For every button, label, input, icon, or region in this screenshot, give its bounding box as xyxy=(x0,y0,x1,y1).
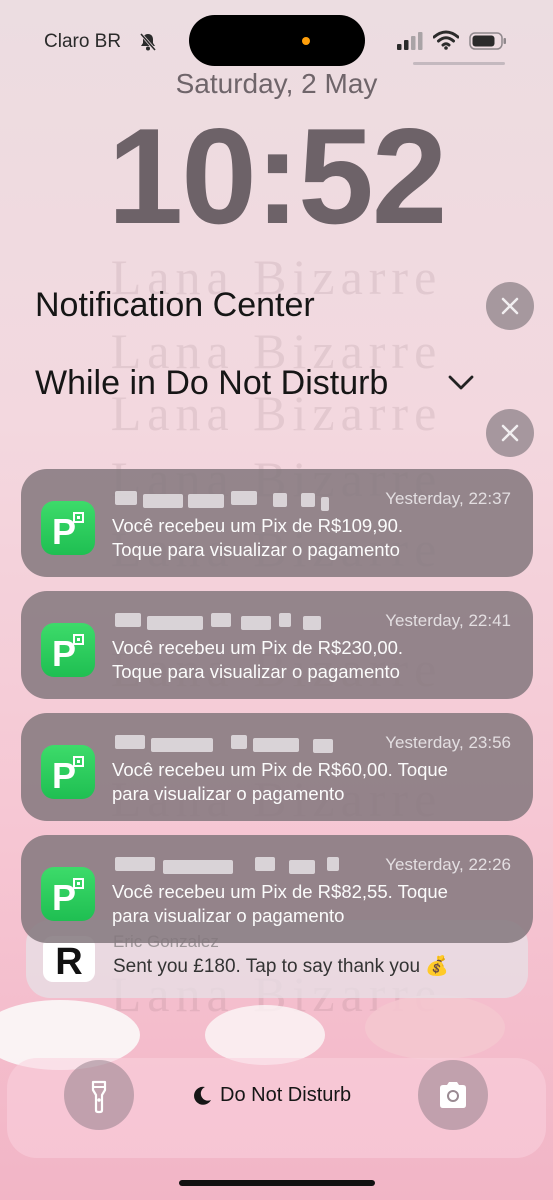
lock-screen-date: Saturday, 2 May xyxy=(175,68,378,99)
close-icon xyxy=(501,297,519,315)
svg-text:P: P xyxy=(52,511,76,552)
notification-time: Yesterday, 22:26 xyxy=(385,855,511,874)
notification-message: Você recebeu um Pix de R$230,00. Toque p… xyxy=(112,637,404,682)
chevron-down-icon[interactable] xyxy=(447,374,475,397)
notification-message: Sent you £180. Tap to say thank you 💰 xyxy=(113,956,449,977)
pix-notification[interactable]: P Yesterday, 23:56 Você recebeu um Pix d… xyxy=(21,713,533,821)
home-indicator[interactable] xyxy=(179,1180,375,1186)
redacted-sender xyxy=(113,735,363,753)
lock-screen-time: 10:52 xyxy=(107,100,448,252)
clear-notifications-button[interactable] xyxy=(486,282,534,330)
flashlight-button[interactable] xyxy=(64,1060,134,1130)
camera-icon xyxy=(440,1082,466,1108)
wifi-icon xyxy=(432,30,460,55)
carrier-name: Claro BR xyxy=(44,31,122,52)
svg-text:R: R xyxy=(55,941,82,982)
moon-icon xyxy=(191,1085,213,1112)
cellular-signal-icon xyxy=(397,32,423,55)
pix-notification[interactable]: P Yesterday, 22:41 Você recebeu um Pix d… xyxy=(21,591,533,699)
redacted-sender xyxy=(113,613,363,631)
picpay-icon: P xyxy=(41,623,95,677)
notification-time: Yesterday, 22:37 xyxy=(385,489,511,508)
close-icon xyxy=(501,424,519,442)
picpay-icon: P xyxy=(41,501,95,555)
notification-center-title: Notification Center xyxy=(35,286,315,324)
notification-message: Você recebeu um Pix de R$60,00. Toque pa… xyxy=(112,759,448,804)
focus-mode-label[interactable]: Do Not Disturb xyxy=(220,1084,351,1107)
status-underline xyxy=(413,62,505,65)
clear-group-button[interactable] xyxy=(486,409,534,457)
privacy-indicator-dot xyxy=(302,37,310,45)
wallpaper-character xyxy=(365,995,505,1060)
redacted-sender xyxy=(113,491,363,511)
pix-notification[interactable]: P Yesterday, 22:37 Você recebeu um Pix d… xyxy=(21,469,533,577)
redacted-sender xyxy=(113,857,363,875)
notification-time: Yesterday, 23:56 xyxy=(385,733,511,752)
svg-text:P: P xyxy=(52,755,76,796)
notification-time: Yesterday, 22:41 xyxy=(385,611,511,630)
wallpaper-character xyxy=(205,1005,325,1065)
pix-notification[interactable]: P Yesterday, 22:26 Você recebeu um Pix d… xyxy=(21,835,533,943)
svg-text:P: P xyxy=(52,633,76,674)
notification-message: Você recebeu um Pix de R$109,90. Toque p… xyxy=(112,515,404,560)
battery-icon xyxy=(469,31,507,56)
dnd-group-title[interactable]: While in Do Not Disturb xyxy=(35,364,388,403)
picpay-icon: P xyxy=(41,867,95,921)
notification-message: Você recebeu um Pix de R$82,55. Toque pa… xyxy=(112,881,448,926)
dynamic-island xyxy=(189,15,365,66)
camera-button[interactable] xyxy=(418,1060,488,1130)
svg-text:P: P xyxy=(52,877,76,918)
bell-slash-icon xyxy=(138,32,158,57)
flashlight-icon xyxy=(91,1080,107,1114)
picpay-icon: P xyxy=(41,745,95,799)
